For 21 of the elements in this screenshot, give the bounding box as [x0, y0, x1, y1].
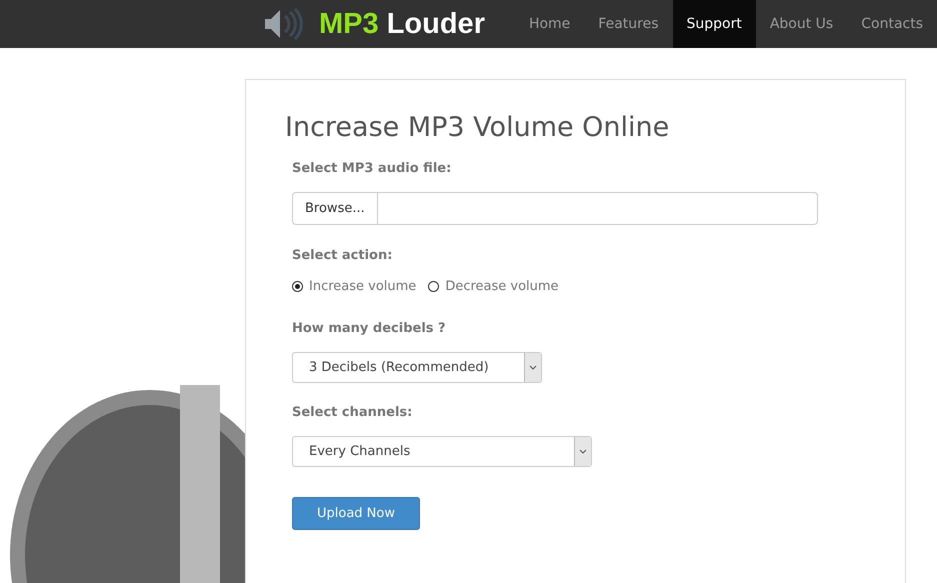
- radio-button[interactable]: [292, 281, 303, 292]
- nav-link[interactable]: Contacts: [847, 0, 937, 48]
- nav-link[interactable]: About Us: [756, 0, 848, 48]
- channels-dropdown[interactable]: Every Channels: [292, 436, 592, 467]
- file-field[interactable]: Browse...: [292, 192, 818, 225]
- page-title: Increase MP3 Volume Online: [285, 112, 670, 143]
- radio-label: Increase volume: [309, 279, 416, 294]
- nav-link[interactable]: Support: [672, 0, 756, 48]
- radio-label: Decrease volume: [445, 279, 559, 294]
- radio-button[interactable]: [428, 281, 440, 292]
- caret-icon: [524, 353, 541, 382]
- field-label: Select channels:: [292, 405, 414, 420]
- logo-text: MP3 Louder: [319, 8, 485, 40]
- field-label: How many decibels ?: [292, 321, 447, 336]
- nav-link[interactable]: Features: [584, 0, 672, 48]
- caret-icon: [574, 437, 591, 466]
- upload-button[interactable]: Upload Now: [292, 497, 420, 530]
- nav-link[interactable]: Home: [514, 0, 584, 48]
- field-label: Select action:: [292, 248, 394, 263]
- field-label: Select MP3 audio file:: [292, 161, 452, 176]
- decibels-dropdown[interactable]: 3 Decibels (Recommended): [292, 352, 542, 383]
